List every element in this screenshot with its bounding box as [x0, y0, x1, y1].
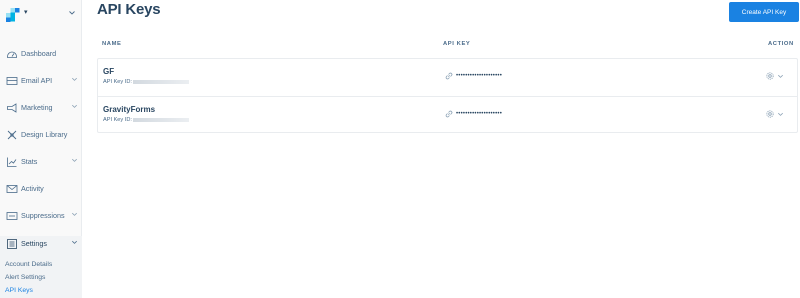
settings-icon — [7, 239, 17, 249]
sidebar-item-activity[interactable]: Activity — [0, 182, 82, 196]
sidebar-item-marketing[interactable]: Marketing — [0, 101, 82, 115]
table-row: GravityForms API Key ID: •••••••••••••••… — [98, 96, 797, 133]
sidebar-item-label: Suppressions — [21, 211, 65, 220]
sidebar-item-label: Dashboard — [21, 49, 57, 58]
sidebar-item-label: Design Library — [21, 130, 68, 139]
dashboard-icon — [7, 51, 17, 58]
masked-api-key: •••••••••••••••••••• — [456, 111, 503, 117]
column-header-name: NAME — [102, 41, 122, 47]
settings-section: Settings Account Details Alert Settings … — [0, 236, 82, 298]
sidebar-item-label: Email API — [21, 76, 53, 85]
sidebar-item-label: Activity — [21, 184, 44, 193]
chevron-down-icon — [72, 240, 77, 244]
row-action-menu[interactable] — [765, 109, 784, 119]
email-api-icon — [6, 77, 18, 85]
marketing-icon — [7, 103, 17, 113]
api-key-id: API Key ID: — [103, 117, 189, 123]
sidebar-item-label: Settings — [21, 239, 47, 248]
sidebar-item-label: Marketing — [21, 103, 53, 112]
api-key-id: API Key ID: — [103, 79, 189, 85]
sidebar-subitem-alert-settings[interactable]: Alert Settings — [5, 273, 45, 283]
masked-api-key: •••••••••••••••••••• — [456, 73, 503, 79]
sendgrid-logo-icon — [6, 8, 20, 22]
api-keys-table: GF API Key ID: •••••••••••••••••••• Grav… — [97, 58, 798, 133]
chevron-down-icon — [69, 11, 75, 15]
sidebar-item-suppressions[interactable]: Suppressions — [0, 209, 82, 223]
chevron-down-icon — [72, 212, 77, 216]
api-key-cell: •••••••••••••••••••• — [445, 110, 502, 118]
api-key-name: GravityForms — [103, 105, 156, 114]
link-icon — [445, 110, 453, 118]
sidebar-subitem-account-details[interactable]: Account Details — [5, 260, 52, 270]
activity-icon — [6, 185, 18, 193]
column-header-api-key: API KEY — [443, 41, 471, 47]
gear-icon — [766, 110, 774, 118]
sidebar-item-email-api[interactable]: Email API — [0, 74, 82, 88]
stats-icon — [7, 157, 17, 167]
chevron-down-icon — [778, 74, 783, 78]
column-header-action: ACTION — [768, 41, 794, 47]
sidebar-subitem-api-keys[interactable]: API Keys — [5, 286, 33, 296]
sidebar: ▾ Dashboard Email API Marketing Design L — [0, 0, 82, 298]
redacted-id — [132, 79, 189, 84]
chevron-down-icon — [72, 77, 77, 81]
suppressions-icon — [6, 212, 18, 220]
api-key-name: GF — [103, 67, 115, 76]
api-key-cell: •••••••••••••••••••• — [445, 72, 502, 80]
table-row: GF API Key ID: •••••••••••••••••••• — [98, 59, 797, 96]
chevron-down-icon — [72, 158, 77, 162]
sidebar-item-design-library[interactable]: Design Library — [0, 128, 82, 142]
design-library-icon — [7, 130, 17, 140]
create-api-key-button[interactable]: Create API Key — [729, 2, 799, 22]
brand-switcher[interactable]: ▾ — [6, 7, 76, 23]
row-action-menu[interactable] — [765, 71, 784, 81]
sidebar-item-settings[interactable]: Settings — [0, 237, 82, 251]
sidebar-item-stats[interactable]: Stats — [0, 155, 82, 169]
redacted-id — [132, 117, 189, 122]
gear-icon — [766, 72, 774, 80]
page-title: API Keys — [97, 1, 161, 18]
sidebar-item-label: Stats — [21, 157, 38, 166]
chevron-down-icon — [778, 112, 783, 116]
sidebar-item-dashboard[interactable]: Dashboard — [0, 47, 82, 61]
brand-caret-icon: ▾ — [24, 9, 28, 16]
link-icon — [445, 72, 453, 80]
chevron-down-icon — [72, 104, 77, 108]
